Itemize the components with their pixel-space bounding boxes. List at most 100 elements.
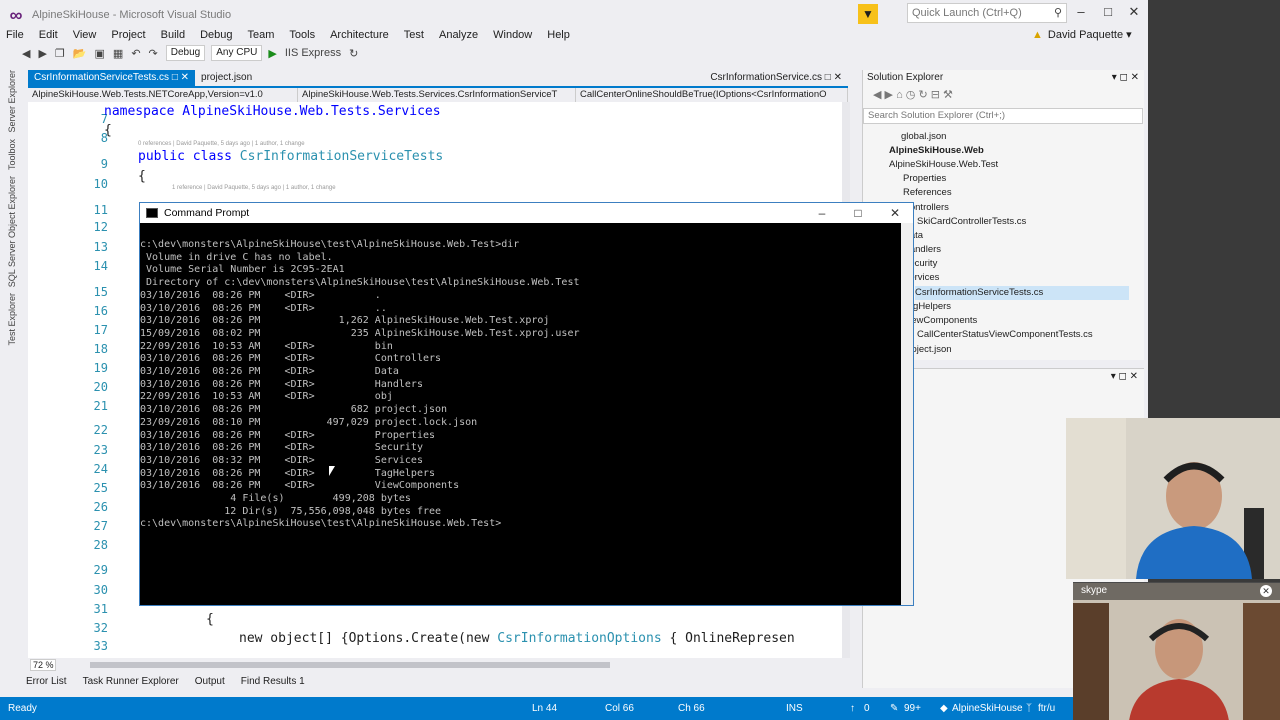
menu-item-test[interactable]: Test <box>404 29 424 41</box>
maximize-button[interactable]: □ <box>1096 4 1120 22</box>
minimize-button[interactable]: – <box>1069 4 1093 22</box>
back-icon[interactable]: ◀ <box>873 89 881 101</box>
menu-item-help[interactable]: Help <box>547 29 570 41</box>
play-icon[interactable]: ▶ <box>268 47 276 60</box>
solution-explorer-title: Solution Explorer ▾ ◻ ✕ <box>863 70 1145 86</box>
cmd-line: 03/10/2016 08:32 PM <DIR> Services <box>140 454 423 466</box>
left-strip-tab[interactable]: Toolbox <box>7 139 17 170</box>
forward-icon[interactable]: ▶ <box>38 47 46 60</box>
tree-item[interactable]: Properties <box>903 172 946 186</box>
tree-item[interactable]: AlpineSkiHouse.Web.Test <box>889 158 998 172</box>
bottom-tab[interactable]: Task Runner Explorer <box>83 676 179 692</box>
cmd-maximize-button[interactable]: □ <box>840 203 876 223</box>
undo-icon[interactable]: ↶ <box>131 47 140 60</box>
tree-item-label: CallCenterStatusViewComponentTests.cs <box>917 329 1093 340</box>
user-account[interactable]: ▲ David Paquette ▾ <box>1032 28 1132 41</box>
menu-item-view[interactable]: View <box>73 29 97 41</box>
status-branch[interactable]: ftr/u <box>1038 703 1055 714</box>
forward-icon[interactable]: ▶ <box>885 89 893 101</box>
tree-item[interactable]: CallCenterStatusViewComponentTests.cs <box>917 328 1093 342</box>
left-strip-tab[interactable]: Server Explorer <box>7 70 17 133</box>
cmd-line: 03/10/2016 08:26 PM <DIR> TagHelpers <box>140 467 436 479</box>
bottom-tab[interactable]: Output <box>195 676 225 692</box>
cmd-line: 03/10/2016 08:26 PM 682 project.json <box>140 404 448 416</box>
tree-item[interactable]: AlpineSkiHouse.Web <box>889 144 984 158</box>
menu-item-file[interactable]: File <box>6 29 24 41</box>
run-target[interactable]: IIS Express <box>285 47 341 59</box>
status-project[interactable]: AlpineSkiHouse <box>952 703 1023 714</box>
left-strip-tab[interactable]: Test Explorer <box>7 293 17 346</box>
tree-item[interactable]: global.json <box>901 130 946 144</box>
tab-csrinformationservicetests[interactable]: CsrInformationServiceTests.cs □ ✕ <box>28 70 196 86</box>
menu-item-debug[interactable]: Debug <box>200 29 232 41</box>
warning-icon: ▲ <box>1032 29 1043 41</box>
tree-item[interactable]: ViewComponents <box>903 314 977 328</box>
back-icon[interactable]: ◀ <box>22 47 30 60</box>
redo-icon[interactable]: ↷ <box>149 47 158 60</box>
filter-icon[interactable]: ▼ <box>858 4 878 24</box>
tab-project-json[interactable]: project.json <box>195 70 258 86</box>
line-number: 8 <box>100 131 108 145</box>
menu-item-analyze[interactable]: Analyze <box>439 29 478 41</box>
editor-horizontal-scrollbar[interactable] <box>90 662 610 668</box>
line-number: 15 <box>93 285 108 299</box>
refresh-icon[interactable]: ↻ <box>349 47 358 60</box>
platform-select[interactable]: Any CPU <box>211 45 263 61</box>
panel-controls[interactable]: ▾ ◻ ✕ <box>1112 70 1139 86</box>
collapse-icon[interactable]: ⊟ <box>931 89 940 101</box>
bottom-tab[interactable]: Error List <box>26 676 67 692</box>
cmd-line: 03/10/2016 08:26 PM <DIR> Data <box>140 366 399 378</box>
skype-close-icon[interactable]: ✕ <box>1260 585 1272 597</box>
cmd-minimize-button[interactable]: – <box>804 203 840 223</box>
menu-item-project[interactable]: Project <box>111 29 145 41</box>
menu-bar: File Edit View Project Build Debug Team Tools Ar… <box>0 26 1148 44</box>
save-icon[interactable]: ▣ <box>95 47 105 60</box>
type-dropdown[interactable]: AlpineSkiHouse.Web.Tests.Services.CsrInf… <box>298 88 576 102</box>
tree-item-label: References <box>903 187 952 198</box>
bottom-tab[interactable]: Find Results 1 <box>241 676 305 692</box>
cmd-scrollbar[interactable] <box>901 223 913 605</box>
code-token: { <box>104 123 112 138</box>
cmd-output[interactable]: c:\dev\monsters\AlpineSkiHouse\test\Alpi… <box>140 239 900 599</box>
left-strip-tab[interactable]: SQL Server Object Explorer <box>7 176 17 287</box>
bottom-tool-tabs: Error List Task Runner Explorer Output Find… <box>26 676 626 692</box>
command-prompt-window[interactable]: Command Prompt – □ ✕ c:\dev\monsters\Alp… <box>139 202 914 606</box>
new-project-icon[interactable]: ❐ <box>55 47 65 60</box>
menu-item-tools[interactable]: Tools <box>289 29 315 41</box>
quick-launch-input[interactable]: Quick Launch (Ctrl+Q) ⚲ <box>907 3 1067 23</box>
save-all-icon[interactable]: ▦ <box>113 47 123 60</box>
line-number: 23 <box>93 443 108 457</box>
refresh-icon[interactable]: ↻ <box>918 89 927 101</box>
menu-item-edit[interactable]: Edit <box>39 29 58 41</box>
code-token: { <box>138 169 146 184</box>
wrench-icon[interactable]: ⚒ <box>943 89 953 101</box>
tree-item[interactable]: CsrInformationServiceTests.cs <box>915 286 1129 300</box>
line-number: 27 <box>93 519 108 533</box>
status-publish-count[interactable]: 0 <box>864 703 870 714</box>
panel-controls[interactable]: ▾ ◻ ✕ <box>1111 371 1138 382</box>
menu-item-architecture[interactable]: Architecture <box>330 29 389 41</box>
code-line: namespace AlpineSkiHouse.Web.Tests.Servi… <box>104 104 441 119</box>
menu-item-build[interactable]: Build <box>161 29 185 41</box>
codelens-hint: 0 references | David Paquette, 5 days ag… <box>138 141 305 147</box>
menu-item-window[interactable]: Window <box>493 29 532 41</box>
configuration-select[interactable]: Debug <box>165 45 206 61</box>
project-dropdown[interactable]: AlpineSkiHouse.Web.Tests.NETCoreApp,Vers… <box>28 88 298 102</box>
tree-item-label: AlpineSkiHouse.Web.Test <box>889 159 999 170</box>
presenter-image <box>1066 418 1280 579</box>
cmd-close-button[interactable]: ✕ <box>877 203 913 223</box>
tree-item[interactable]: SkiCardControllerTests.cs <box>917 215 1026 229</box>
home-icon[interactable]: ⌂ <box>896 89 903 101</box>
member-dropdown[interactable]: CallCenterOnlineShouldBeTrue(IOptions<Cs… <box>576 88 848 102</box>
solution-search-input[interactable]: Search Solution Explorer (Ctrl+;) <box>863 108 1143 124</box>
tree-item[interactable]: References <box>903 186 952 200</box>
tab-label: CsrInformationService.cs <box>710 72 823 83</box>
status-changes-count[interactable]: 99+ <box>904 703 921 714</box>
history-icon[interactable]: ◷ <box>906 89 916 101</box>
open-icon[interactable]: 📂 <box>73 47 87 60</box>
close-button[interactable]: ✕ <box>1122 4 1146 22</box>
menu-item-team[interactable]: Team <box>248 29 275 41</box>
tab-csrinformationservice[interactable]: CsrInformationService.cs □ ✕ <box>704 70 848 86</box>
zoom-level[interactable]: 72 % <box>30 659 56 671</box>
tree-item-label: SkiCardControllerTests.cs <box>917 216 1027 227</box>
